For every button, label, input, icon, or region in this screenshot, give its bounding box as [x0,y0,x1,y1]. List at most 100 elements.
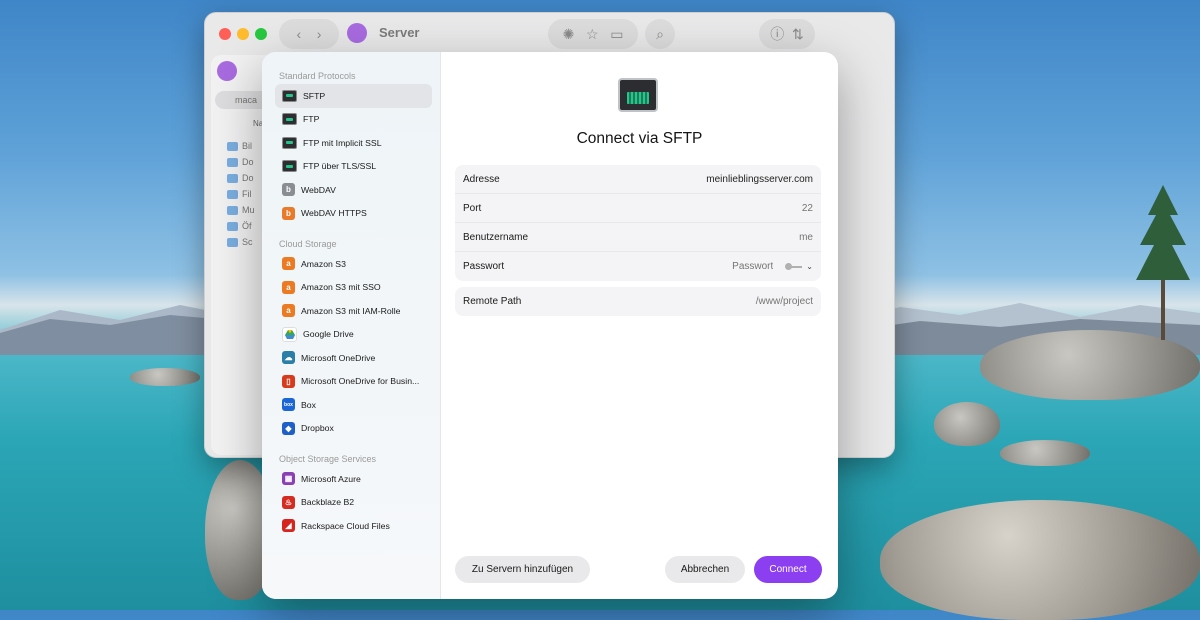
cancel-button[interactable]: Abbrechen [665,556,745,583]
server-sidebar-icon [217,61,237,81]
connection-form: Connect via SFTP Adresse meinlieblingsse… [441,52,838,599]
desktop-rock [1000,440,1090,466]
protocol-label: WebDAV HTTPS [301,208,367,219]
window-title: Server [379,25,420,40]
ethernet-port-icon [618,78,658,112]
keychain-menu-button[interactable]: ⌄ [785,262,813,271]
google-drive-icon [282,326,297,342]
layout-icon[interactable]: ▭ [610,26,623,43]
folder-row: Sc [227,237,253,251]
folder-icon [227,206,238,216]
connect-button[interactable]: Connect [754,556,822,583]
search-button[interactable]: ⌕ [645,19,675,49]
protocol-item-rackspace[interactable]: ◢ Rackspace Cloud Files [275,514,432,538]
protocol-item-sftp[interactable]: SFTP [275,84,432,108]
box-icon: box [282,398,295,412]
protocol-label: Amazon S3 mit SSO [301,282,381,293]
username-field[interactable] [663,231,813,243]
webdav-icon: b [282,183,295,197]
protocol-item-onedrive-business[interactable]: ▯ Microsoft OneDrive for Busin... [275,370,432,394]
password-row[interactable]: Passwort ⌄ [455,252,821,281]
protocol-item-ftp-implicit-ssl[interactable]: FTP mit Implicit SSL [275,131,432,155]
remote-path-label: Remote Path [463,296,522,307]
address-label: Adresse [463,173,500,185]
zoom-window-button[interactable] [255,28,267,40]
remote-path-row[interactable]: Remote Path [455,287,821,316]
activity-icon[interactable]: ✺ [563,26,575,43]
protocol-item-box[interactable]: box Box [275,393,432,417]
rackspace-icon: ◢ [282,519,295,533]
amazon-s3-icon: a [282,280,295,294]
section-heading-standard-protocols: Standard Protocols [279,71,356,81]
info-icon[interactable]: ⓘ [770,24,784,44]
folder-icon [227,142,238,152]
folder-icon [227,190,238,200]
azure-icon: ▦ [282,472,295,486]
address-row[interactable]: Adresse meinlieblingsserver.com [455,165,821,194]
port-row[interactable]: Port [455,194,821,223]
protocol-label: Microsoft OneDrive for Busin... [301,376,420,387]
protocol-label: Microsoft Azure [301,473,361,484]
folder-row: Fil [227,189,252,203]
amazon-s3-icon: a [282,304,295,318]
folder-row: Bil [227,141,252,155]
folder-row: Do [227,157,254,171]
connect-dialog: Standard Protocols SFTP FTP FTP mit Impl… [262,52,838,599]
protocol-label: Amazon S3 mit IAM-Rolle [301,305,401,316]
protocol-item-ftp-tls-ssl[interactable]: FTP über TLS/SSL [275,155,432,179]
ethernet-icon [282,89,297,102]
webdav-https-icon: b [282,206,295,220]
folder-icon [227,222,238,232]
protocol-item-webdav-https[interactable]: b WebDAV HTTPS [275,202,432,226]
back-icon[interactable]: ‹ [297,26,302,42]
protocol-item-google-drive[interactable]: Google Drive [275,323,432,347]
backblaze-icon: ♨ [282,495,295,509]
protocol-sidebar: Standard Protocols SFTP FTP FTP mit Impl… [262,52,441,599]
protocol-label: Backblaze B2 [301,497,355,508]
folder-row: Do [227,173,254,187]
protocol-item-amazon-s3-sso[interactable]: a Amazon S3 mit SSO [275,276,432,300]
ethernet-icon [282,160,297,173]
protocol-label: FTP über TLS/SSL [303,161,377,172]
amazon-s3-icon: a [282,257,295,271]
forward-icon[interactable]: › [317,26,322,42]
protocol-label: SFTP [303,90,326,101]
back-forward-buttons[interactable]: ‹ › [279,19,339,49]
star-icon[interactable]: ☆ [586,26,599,43]
protocol-label: WebDAV [301,184,336,195]
protocol-item-ftp[interactable]: FTP [275,108,432,132]
username-label: Benutzername [463,231,529,243]
protocol-item-backblaze[interactable]: ♨ Backblaze B2 [275,491,432,515]
username-row[interactable]: Benutzername [455,223,821,252]
protocol-label: Dropbox [301,423,334,434]
dialog-title: Connect via SFTP [576,130,703,147]
desktop-tree [1136,185,1190,340]
transfer-icon[interactable]: ⇅ [792,26,804,43]
protocol-label: Amazon S3 [301,258,346,269]
protocol-item-webdav[interactable]: b WebDAV [275,178,432,202]
folder-row: Öf [227,221,252,235]
server-app-icon [347,23,367,43]
dropbox-icon: ◆ [282,421,295,435]
remote-path-field[interactable] [663,296,813,307]
protocol-item-onedrive[interactable]: ☁ Microsoft OneDrive [275,346,432,370]
desktop-rock [130,368,200,386]
protocol-label: Box [301,399,316,410]
folder-row: Mu [227,205,255,219]
add-to-servers-button[interactable]: Zu Servern hinzufügen [455,556,590,583]
close-window-button[interactable] [219,28,231,40]
port-field[interactable] [663,202,813,214]
protocol-item-dropbox[interactable]: ◆ Dropbox [275,417,432,441]
password-label: Passwort [463,261,505,272]
address-field[interactable]: meinlieblingsserver.com [706,174,813,185]
key-icon [785,263,803,270]
info-transfer-group[interactable]: ⓘ ⇅ [759,19,815,49]
toolbar-group[interactable]: ✺ ☆ ▭ [548,19,638,49]
ethernet-icon [282,113,297,126]
protocol-item-azure[interactable]: ▦ Microsoft Azure [275,467,432,491]
minimize-window-button[interactable] [237,28,249,40]
protocol-item-amazon-s3-iam[interactable]: a Amazon S3 mit IAM-Rolle [275,299,432,323]
protocol-item-amazon-s3[interactable]: a Amazon S3 [275,252,432,276]
section-heading-cloud-storage: Cloud Storage [279,239,337,249]
password-field[interactable] [663,261,774,272]
